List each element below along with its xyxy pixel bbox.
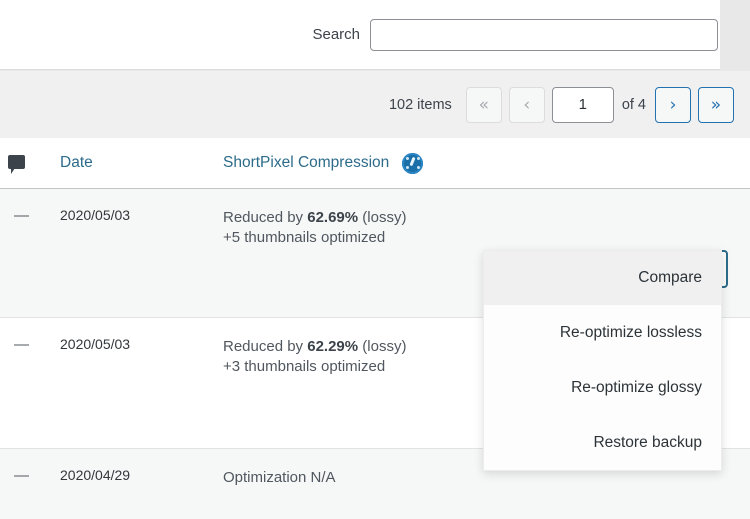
row-actions-menu: Compare Re-optimize lossless Re-optimize…: [483, 250, 722, 471]
row-compression-suffix: (lossy): [358, 209, 407, 226]
row-compression-value: 62.29%: [307, 338, 359, 355]
column-header-shortpixel: ShortPixel Compression: [223, 152, 750, 174]
row-date-cell: 2020/05/03: [60, 207, 131, 223]
menu-item-reoptimize-glossy[interactable]: Re-optimize glossy: [484, 360, 721, 415]
row-comment-cell: —: [0, 467, 60, 484]
items-count-label: 102 items: [388, 96, 452, 113]
row-thumbnails-note: +5 thumbnails optimized: [223, 229, 386, 246]
search-panel: Search: [0, 0, 720, 70]
comment-icon: [8, 154, 25, 174]
next-page-button[interactable]: ›: [655, 86, 691, 123]
prev-page-button[interactable]: ‹: [508, 86, 545, 123]
search-label: Search: [312, 26, 360, 43]
row-date-cell: 2020/04/29: [60, 467, 131, 483]
row-compression-status: Reduced by 62.69% (lossy): [223, 207, 750, 229]
row-comment-dash: —: [14, 336, 29, 353]
row-compression-prefix: Reduced by: [223, 209, 308, 226]
gauge-icon[interactable]: [402, 152, 424, 174]
column-header-comments[interactable]: [0, 154, 60, 174]
row-compression-prefix: Reduced by: [223, 338, 308, 355]
row-comment-cell: —: [0, 336, 60, 353]
column-header-date-link[interactable]: Date: [60, 154, 93, 171]
search-input[interactable]: [370, 18, 718, 51]
total-pages-label: of 4: [621, 96, 646, 113]
current-page-input[interactable]: [551, 86, 614, 123]
menu-item-reoptimize-lossless[interactable]: Re-optimize lossless: [484, 305, 721, 360]
menu-item-compare[interactable]: Compare: [484, 251, 721, 305]
row-comment-dash: —: [14, 467, 29, 484]
row-shortpixel-cell: Reduced by 62.69% (lossy) +5 thumbnails …: [223, 207, 750, 246]
first-page-button[interactable]: «: [465, 86, 502, 123]
column-header-date[interactable]: Date: [60, 154, 223, 172]
pagination-bar: 102 items « ‹ of 4 › »: [0, 71, 750, 138]
table-header-row: Date ShortPixel Compression: [0, 138, 750, 189]
row-comment-cell: —: [0, 207, 60, 224]
column-header-shortpixel-label: ShortPixel Compression: [223, 154, 390, 171]
last-page-button[interactable]: »: [698, 86, 734, 123]
row-compression-value: 62.69%: [307, 209, 359, 226]
row-compression-suffix: (lossy): [358, 338, 407, 355]
row-comment-dash: —: [14, 207, 29, 224]
menu-item-restore-backup[interactable]: Restore backup: [484, 415, 721, 470]
row-date-cell: 2020/05/03: [60, 336, 131, 352]
